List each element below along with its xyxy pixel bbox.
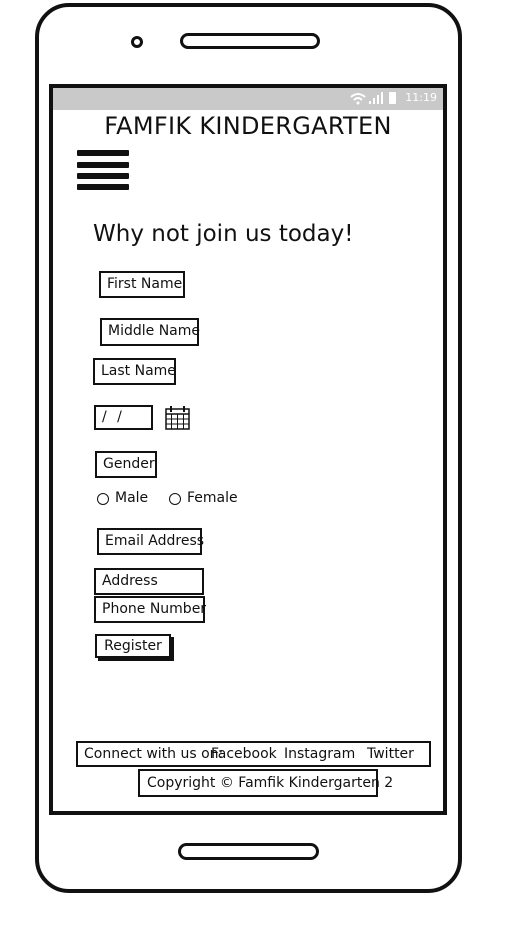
screen: [49, 84, 447, 815]
copyright: Copyright © Famfik Kindergarten 2: [138, 769, 393, 797]
instagram-link[interactable]: Instagram: [284, 743, 355, 765]
social-links-bar: Connect with us on: Facebook Instagram T…: [76, 741, 431, 767]
first-name-field[interactable]: First Name: [99, 271, 185, 298]
signal-battery-icon: [349, 91, 399, 108]
radio-female[interactable]: [169, 493, 181, 505]
date-input[interactable]: / /: [94, 405, 153, 430]
gender-label: Gender: [95, 451, 157, 478]
radio-male-label: Male: [115, 490, 149, 506]
phone-field[interactable]: Phone Number: [94, 596, 206, 623]
address-field[interactable]: Address: [94, 568, 204, 595]
status-bar: 11:19: [53, 88, 443, 110]
radio-female-label: Female: [187, 490, 238, 506]
home-button[interactable]: [178, 843, 319, 860]
last-name-field[interactable]: Last Name: [93, 358, 176, 385]
hamburger-menu-icon[interactable]: [77, 150, 129, 192]
twitter-link[interactable]: Twitter: [367, 743, 414, 765]
email-field[interactable]: Email Address: [97, 528, 204, 555]
page-title: FAMFIK KINDERGARTEN: [104, 112, 392, 140]
middle-name-field[interactable]: Middle Name: [100, 318, 200, 346]
facebook-link[interactable]: Facebook: [211, 743, 277, 765]
connect-label: Connect with us on:: [84, 746, 224, 762]
speaker-icon: [180, 33, 320, 49]
radio-male[interactable]: [97, 493, 109, 505]
camera-icon: [131, 36, 143, 48]
calendar-icon[interactable]: [165, 405, 190, 430]
status-time: 11:19: [405, 91, 437, 104]
register-button[interactable]: Register: [95, 634, 171, 658]
form-heading: Why not join us today!: [93, 221, 354, 247]
